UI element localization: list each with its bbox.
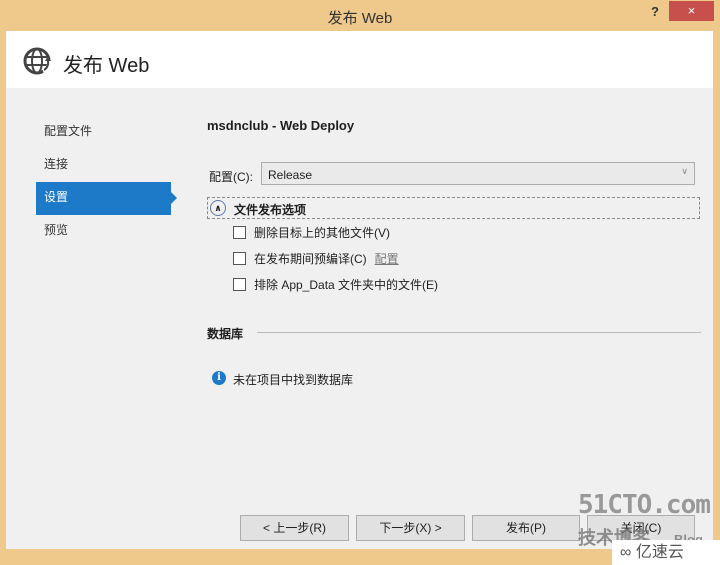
config-label: 配置(C): (209, 170, 253, 184)
divider (257, 332, 701, 333)
nav-item-connection[interactable]: 连接 (36, 149, 171, 182)
checkbox[interactable] (233, 252, 246, 265)
database-info: 未在项目中找到数据库 (233, 373, 354, 387)
section-title: 文件发布选项 (234, 203, 307, 217)
configure-link[interactable]: 配置 (375, 250, 399, 267)
option-label: 删除目标上的其他文件(V) (254, 226, 390, 240)
config-value: Release (268, 168, 313, 182)
chevron-down-icon: ∨ (681, 166, 688, 176)
close-window-button[interactable]: × (669, 1, 714, 21)
option-delete-extra-files[interactable]: 删除目标上的其他文件(V) (233, 224, 390, 241)
dialog-title: 发布 Web (63, 55, 150, 77)
globe-publish-icon (23, 47, 52, 75)
nav-item-profile[interactable]: 配置文件 (36, 116, 171, 149)
file-publish-options-header[interactable]: ∧ 文件发布选项 (207, 197, 700, 219)
option-exclude-app-data[interactable]: 排除 App_Data 文件夹中的文件(E) (233, 276, 438, 293)
prev-button[interactable]: < 上一步(R) (240, 515, 349, 541)
chevron-up-icon[interactable]: ∧ (210, 200, 226, 216)
dialog-header: 发布 Web (6, 31, 713, 88)
dialog-body: 发布 Web 配置文件 连接 设置 预览 msdnclub - Web Depl… (6, 31, 713, 549)
checkbox[interactable] (233, 278, 246, 291)
option-label: 排除 App_Data 文件夹中的文件(E) (254, 278, 439, 292)
next-button[interactable]: 下一步(X) > (356, 515, 465, 541)
profile-title: msdnclub - Web Deploy (207, 118, 355, 133)
help-button[interactable]: ? (651, 4, 659, 19)
config-select[interactable]: Release ∨ (261, 162, 695, 185)
nav-item-preview[interactable]: 预览 (36, 215, 171, 248)
watermark-brand: ∞ 亿速云 (612, 540, 720, 565)
publish-button[interactable]: 发布(P) (472, 515, 580, 541)
watermark-51cto: 51CTO.com (578, 490, 711, 520)
database-title: 数据库 (207, 327, 244, 341)
option-precompile[interactable]: 在发布期间预编译(C) 配置 (233, 250, 399, 267)
info-icon: i (212, 371, 226, 385)
nav-item-settings[interactable]: 设置 (36, 182, 177, 215)
title-bar: 发布 Web ? × (0, 0, 720, 30)
window-title: 发布 Web (327, 10, 393, 27)
wizard-nav: 配置文件 连接 设置 预览 (36, 116, 177, 248)
option-label: 在发布期间预编译(C) (254, 252, 367, 266)
checkbox[interactable] (233, 226, 246, 239)
